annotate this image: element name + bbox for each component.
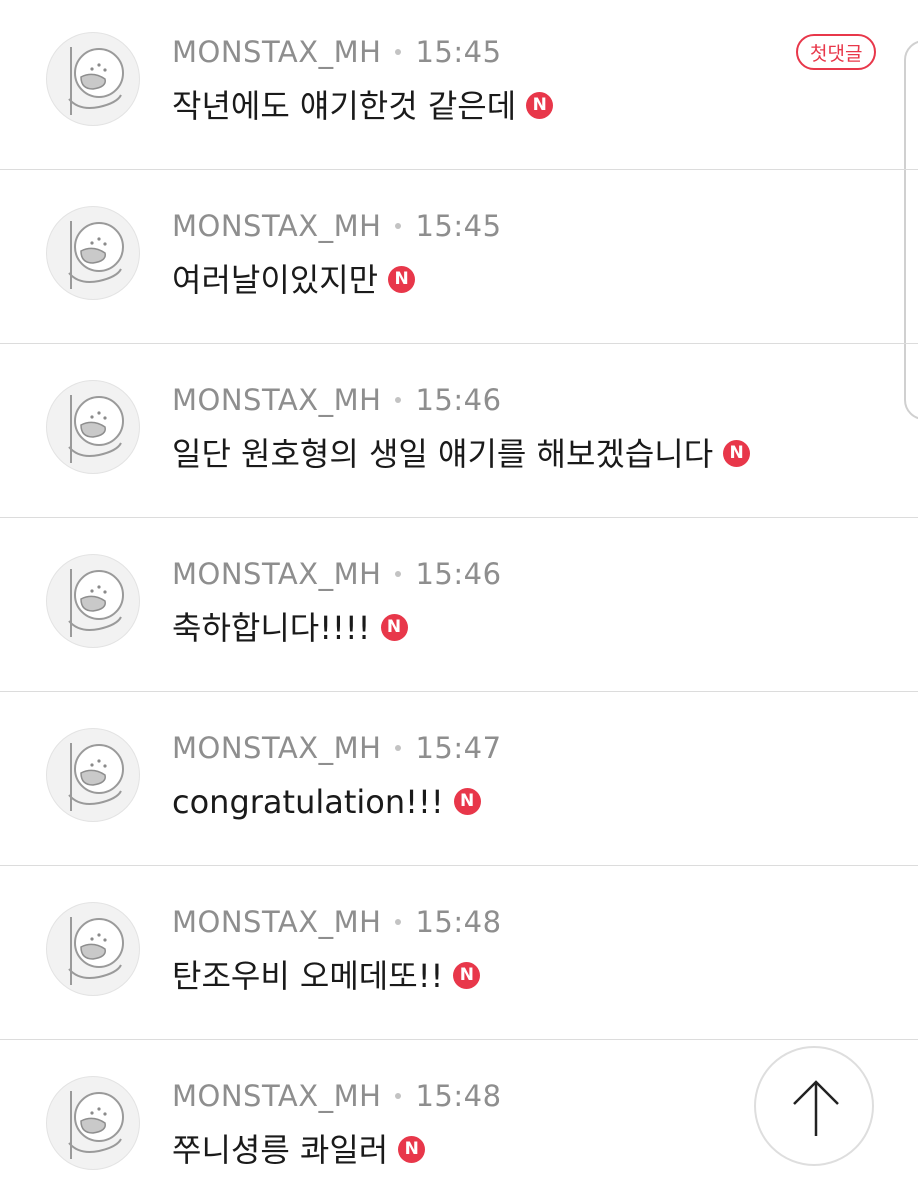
first-comment-tag: 첫댓글: [796, 34, 877, 70]
new-badge-icon: N: [388, 265, 416, 293]
comment-time: 15:48: [415, 1079, 502, 1113]
comment-time: 15:46: [415, 557, 502, 591]
comment-body: 작년에도 얘기한것 같은데 N: [172, 82, 554, 130]
comment-text: congratulation!!!: [172, 783, 444, 821]
comment-time: 15:45: [415, 209, 502, 243]
comment-text: 여러날이있지만: [172, 261, 379, 299]
comment-item[interactable]: MONSTAX_MH 15:46 일단 원호형의 생일 얘기를 해보겠습니다 N: [0, 344, 918, 518]
comment-item[interactable]: MONSTAX_MH 15:46 축하합니다!!!! N: [0, 518, 918, 692]
new-badge-icon: N: [723, 439, 751, 467]
separator-dot-icon: [395, 919, 402, 925]
comment-body: congratulation!!! N: [172, 778, 481, 826]
default-profile-avatar-icon[interactable]: [46, 380, 140, 474]
comment-text: 탄조우비 오메데또!!: [172, 957, 444, 995]
default-profile-avatar-icon[interactable]: [46, 32, 140, 126]
comment-author[interactable]: MONSTAX_MH: [172, 731, 381, 765]
comment-author[interactable]: MONSTAX_MH: [172, 383, 381, 417]
new-badge-icon: N: [453, 787, 481, 815]
comment-meta: MONSTAX_MH 15:46: [172, 552, 502, 596]
comment-time: 15:45: [415, 35, 502, 69]
comment-list-screen: MONSTAX_MH 15:45 작년에도 얘기한것 같은데 N 첫댓글 MONST…: [0, 0, 918, 1200]
separator-dot-icon: [395, 397, 402, 403]
comment-meta: MONSTAX_MH 15:45: [172, 204, 502, 248]
comment-body: 쭈니셩릉 콰일러 N: [172, 1126, 426, 1174]
comment-body: 일단 원호형의 생일 얘기를 해보겠습니다 N: [172, 430, 751, 478]
comment-text: 쭈니셩릉 콰일러: [172, 1131, 389, 1169]
arrow-up-icon: [793, 1080, 839, 1136]
default-profile-avatar-icon[interactable]: [46, 902, 140, 996]
new-badge-icon: N: [526, 91, 554, 119]
default-profile-avatar-icon[interactable]: [46, 728, 140, 822]
comment-author[interactable]: MONSTAX_MH: [172, 1079, 381, 1113]
new-badge-icon: N: [453, 961, 481, 989]
comment-text: 축하합니다!!!!: [172, 609, 371, 647]
comment-item[interactable]: MONSTAX_MH 15:47 congratulation!!! N: [0, 692, 918, 866]
separator-dot-icon: [395, 49, 402, 55]
scroll-to-top-button[interactable]: [754, 1046, 874, 1166]
separator-dot-icon: [395, 571, 402, 577]
comment-body: 탄조우비 오메데또!! N: [172, 952, 481, 1000]
default-profile-avatar-icon[interactable]: [46, 206, 140, 300]
comment-body: 여러날이있지만 N: [172, 256, 416, 304]
separator-dot-icon: [395, 1093, 402, 1099]
default-profile-avatar-icon[interactable]: [46, 554, 140, 648]
comment-time: 15:48: [415, 905, 502, 939]
comment-meta: MONSTAX_MH 15:47: [172, 726, 502, 770]
comment-time: 15:46: [415, 383, 502, 417]
comment-text: 작년에도 얘기한것 같은데: [172, 87, 517, 125]
new-badge-icon: N: [398, 1135, 426, 1163]
comment-body: 축하합니다!!!! N: [172, 604, 408, 652]
comment-author[interactable]: MONSTAX_MH: [172, 905, 381, 939]
comment-meta: MONSTAX_MH 15:45: [172, 30, 502, 74]
separator-dot-icon: [395, 745, 402, 751]
comment-meta: MONSTAX_MH 15:48: [172, 1074, 502, 1118]
default-profile-avatar-icon[interactable]: [46, 1076, 140, 1170]
comment-item[interactable]: MONSTAX_MH 15:45 여러날이있지만 N: [0, 170, 918, 344]
comment-author[interactable]: MONSTAX_MH: [172, 209, 381, 243]
new-badge-icon: N: [380, 613, 408, 641]
comment-item[interactable]: MONSTAX_MH 15:45 작년에도 얘기한것 같은데 N 첫댓글: [0, 0, 918, 170]
separator-dot-icon: [395, 223, 402, 229]
comment-meta: MONSTAX_MH 15:48: [172, 900, 502, 944]
comment-meta: MONSTAX_MH 15:46: [172, 378, 502, 422]
comment-item[interactable]: MONSTAX_MH 15:48 탄조우비 오메데또!! N: [0, 866, 918, 1040]
comment-author[interactable]: MONSTAX_MH: [172, 557, 381, 591]
comment-author[interactable]: MONSTAX_MH: [172, 35, 381, 69]
comment-time: 15:47: [415, 731, 502, 765]
comment-text: 일단 원호형의 생일 얘기를 해보겠습니다: [172, 435, 714, 473]
